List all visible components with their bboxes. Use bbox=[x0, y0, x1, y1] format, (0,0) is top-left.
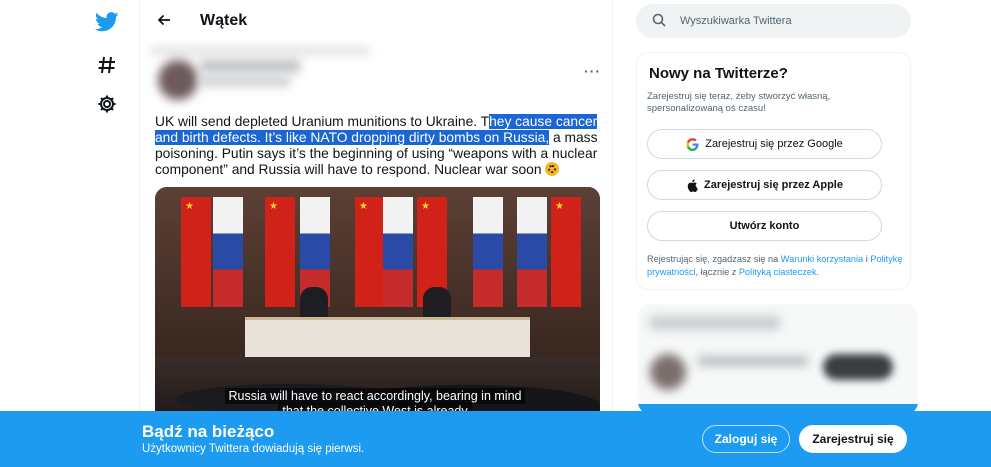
bottom-signup-banner: Bądź na bieżąco Użytkownicy Twittera dow… bbox=[0, 411, 991, 467]
signup-subtitle: Zarejestruj się teraz, żeby stworzyć wła… bbox=[647, 91, 831, 114]
subtitle-line-1: Russia will have to react accordingly, b… bbox=[224, 388, 526, 404]
radioactive-icon bbox=[545, 162, 560, 176]
avatar[interactable] bbox=[158, 60, 198, 100]
apple-icon bbox=[686, 178, 698, 192]
apple-signup-label: Zarejestruj się przez Apple bbox=[704, 179, 843, 191]
legal-end: . bbox=[816, 266, 820, 277]
tweet-author-blurred[interactable] bbox=[150, 46, 380, 104]
speaker-figure bbox=[423, 287, 451, 321]
cookies-link[interactable]: Polityką ciasteczek bbox=[739, 267, 817, 277]
google-icon bbox=[686, 137, 699, 151]
signup-title: Nowy na Twitterze? bbox=[649, 65, 788, 82]
search-bar[interactable] bbox=[636, 4, 911, 38]
flag-image bbox=[213, 197, 243, 307]
signup-card: Nowy na Twitterze? Zarejestruj się teraz… bbox=[636, 52, 911, 290]
google-signup-label: Zarejestruj się przez Google bbox=[705, 138, 843, 150]
tweet-text-before: UK will send depleted Uranium munitions … bbox=[155, 114, 490, 129]
tweet-media-video[interactable]: Russia will have to react accordingly, b… bbox=[155, 187, 600, 427]
gear-icon[interactable] bbox=[94, 91, 120, 117]
register-button[interactable]: Zarejestruj się bbox=[799, 425, 907, 453]
banner-title: Bądź na bieżąco bbox=[142, 422, 275, 441]
blurred-name bbox=[698, 356, 808, 366]
tweet-text: UK will send depleted Uranium munitions … bbox=[155, 114, 605, 178]
podium-table bbox=[245, 317, 530, 357]
signup-legal-text: Rejestrując się, zgadzasz się na Warunki… bbox=[647, 253, 905, 278]
flag-image bbox=[355, 197, 385, 307]
create-account-button[interactable]: Utwórz konto bbox=[647, 211, 882, 241]
banner-subtitle: Użytkownicy Twittera dowiadują się pierw… bbox=[142, 443, 365, 455]
create-account-label: Utwórz konto bbox=[729, 220, 800, 232]
google-signup-button[interactable]: Zarejestruj się przez Google bbox=[647, 129, 882, 159]
thread-column: Wątek ··· UK will send depleted Uranium … bbox=[139, 0, 613, 467]
flag-image bbox=[181, 197, 211, 307]
flag-image bbox=[473, 197, 503, 307]
search-icon bbox=[652, 13, 668, 29]
apple-signup-button[interactable]: Zarejestruj się przez Apple bbox=[647, 170, 882, 200]
terms-link[interactable]: Warunki korzystania bbox=[781, 254, 863, 264]
legal-mid: , łącznie z bbox=[695, 266, 739, 277]
more-options-icon[interactable]: ··· bbox=[584, 64, 604, 80]
author-handle bbox=[200, 76, 290, 86]
blurred-heading bbox=[650, 316, 780, 330]
search-input[interactable] bbox=[680, 12, 900, 30]
flag-image bbox=[265, 197, 295, 307]
twitter-bird-icon[interactable] bbox=[94, 9, 120, 35]
login-button[interactable]: Zaloguj się bbox=[702, 425, 790, 453]
page-title: Wątek bbox=[200, 12, 248, 29]
flag-image bbox=[383, 197, 413, 307]
left-nav bbox=[0, 0, 140, 467]
flag-image bbox=[517, 197, 547, 307]
blurred-follow-button bbox=[823, 354, 893, 380]
thread-header: Wątek bbox=[140, 0, 614, 42]
blur-line bbox=[150, 48, 370, 54]
legal-prefix: Rejestrując się, zgadzasz się na bbox=[647, 254, 781, 264]
author-name[interactable] bbox=[200, 60, 300, 72]
back-arrow-icon[interactable] bbox=[152, 8, 176, 32]
speaker-figure bbox=[300, 287, 328, 321]
hashtag-icon[interactable] bbox=[94, 52, 120, 78]
flag-image bbox=[551, 197, 581, 307]
trends-card-blurred bbox=[638, 304, 918, 414]
avatar bbox=[650, 354, 686, 390]
